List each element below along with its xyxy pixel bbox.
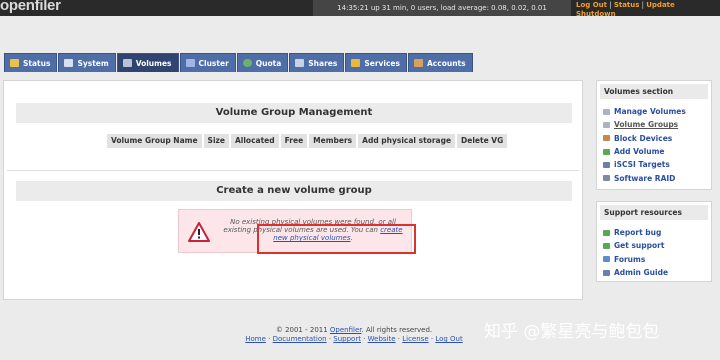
sidebar-item-label: Add Volume <box>614 147 665 157</box>
status-icon <box>10 59 19 67</box>
sidebar-item-report-bug[interactable]: Report bug <box>603 226 705 239</box>
volume-group-management-heading: Volume Group Management <box>16 103 572 123</box>
main-nav-tabs: Status System Volumes Cluster Quota Shar… <box>4 53 474 72</box>
quota-icon <box>242 59 252 67</box>
tab-volumes[interactable]: Volumes <box>116 53 179 72</box>
update-link[interactable]: Update <box>646 1 675 9</box>
accounts-icon <box>414 59 423 67</box>
column-size: Size <box>202 133 230 149</box>
footer-link-home[interactable]: Home <box>245 335 266 343</box>
copyright-prefix: © 2001 - 2011 <box>275 326 330 334</box>
forums-icon <box>603 256 610 263</box>
sidebar-item-label: Forums <box>614 254 646 264</box>
sidebar-item-iscsi-targets[interactable]: iSCSI Targets <box>603 158 705 171</box>
sidebar-item-block-devices[interactable]: Block Devices <box>603 132 705 145</box>
sidebar-item-forums[interactable]: Forums <box>603 253 705 266</box>
support-resources-title: Support resources <box>600 205 708 220</box>
tab-shares[interactable]: Shares <box>289 53 345 72</box>
watermark: 知乎 @繁星亮与鲍包包 <box>484 322 660 342</box>
status-link[interactable]: Status <box>614 1 640 9</box>
tab-label: Services <box>364 58 400 68</box>
openfiler-logo[interactable]: openfiler <box>0 0 61 14</box>
column-members: Members <box>308 133 358 149</box>
main-panel: Volume Group Management Volume Group Nam… <box>3 80 583 300</box>
report-bug-icon <box>603 229 610 236</box>
logout-link[interactable]: Log Out <box>576 1 607 9</box>
block-devices-icon <box>603 135 610 142</box>
add-volume-icon <box>603 148 610 155</box>
column-add-physical-storage: Add physical storage <box>357 133 457 149</box>
tab-label: Quota <box>255 58 282 68</box>
footer-link-documentation[interactable]: Documentation <box>273 335 327 343</box>
column-allocated: Allocated <box>229 133 280 149</box>
volume-groups-icon <box>603 121 610 128</box>
tab-quota[interactable]: Quota <box>236 53 289 72</box>
support-resources-panel: Support resources Report bug Get support… <box>596 201 712 282</box>
volumes-section-list: Manage Volumes Volume Groups Block Devic… <box>597 102 711 185</box>
sidebar-item-software-raid[interactable]: Software RAID <box>603 171 705 184</box>
shutdown-link[interactable]: Shutdown <box>576 10 616 18</box>
tab-label: Accounts <box>427 58 466 68</box>
tab-label: Cluster <box>198 58 229 68</box>
header-separator: | <box>607 1 614 9</box>
column-volume-group-name: Volume Group Name <box>106 133 203 149</box>
volumes-section-title: Volumes section <box>600 84 708 99</box>
tab-label: Shares <box>308 58 338 68</box>
system-icon <box>64 59 74 67</box>
tab-services[interactable]: Services <box>345 53 407 72</box>
footer-link-support[interactable]: Support <box>333 335 361 343</box>
sidebar-item-label: Volume Groups <box>614 120 679 130</box>
volume-group-table-header: Volume Group Name Size Allocated Free Me… <box>106 133 509 149</box>
sidebar-item-label: Software RAID <box>614 173 676 183</box>
system-status-text: 14:35:21 up 31 min, 0 users, load averag… <box>313 0 571 16</box>
services-icon <box>351 59 361 67</box>
shares-icon <box>295 59 305 67</box>
software-raid-icon <box>603 175 610 182</box>
openfiler-link[interactable]: Openfiler <box>330 326 362 334</box>
tab-accounts[interactable]: Accounts <box>408 53 473 72</box>
sidebar-item-label: Block Devices <box>614 133 673 143</box>
footer-link-website[interactable]: Website <box>368 335 396 343</box>
tab-label: Status <box>23 58 51 68</box>
tab-cluster[interactable]: Cluster <box>179 53 236 72</box>
warning-icon <box>188 222 210 242</box>
support-resources-list: Report bug Get support Forums Admin Guid… <box>597 223 711 279</box>
iscsi-targets-icon <box>603 161 610 168</box>
annotation-highlight-box <box>257 224 416 254</box>
get-support-icon <box>603 242 610 249</box>
copyright-line: © 2001 - 2011 Openfiler. All rights rese… <box>236 326 472 335</box>
column-free: Free <box>279 133 309 149</box>
volumes-icon <box>122 59 132 67</box>
sidebar-item-label: Get support <box>614 241 665 251</box>
admin-guide-icon <box>603 269 610 276</box>
tab-system[interactable]: System <box>58 53 116 72</box>
footer-links: Home · Documentation · Support · Website… <box>245 335 463 343</box>
manage-volumes-icon <box>603 108 610 115</box>
tab-status[interactable]: Status <box>4 53 58 72</box>
copyright-suffix: . All rights reserved. <box>361 326 433 334</box>
sidebar-item-label: Report bug <box>614 228 662 238</box>
footer-link-license[interactable]: License <box>402 335 428 343</box>
sidebar-item-admin-guide[interactable]: Admin Guide <box>603 266 705 279</box>
sidebar-item-label: iSCSI Targets <box>614 160 670 170</box>
create-volume-group-heading: Create a new volume group <box>16 181 572 201</box>
footer: © 2001 - 2011 Openfiler. All rights rese… <box>236 326 472 344</box>
sidebar-item-manage-volumes[interactable]: Manage Volumes <box>603 105 705 118</box>
sidebar-item-label: Admin Guide <box>614 268 669 278</box>
sidebar-item-label: Manage Volumes <box>614 107 686 117</box>
cluster-icon <box>185 59 195 67</box>
sidebar-item-get-support[interactable]: Get support <box>603 239 705 252</box>
volumes-section-panel: Volumes section Manage Volumes Volume Gr… <box>596 80 712 190</box>
header-links: Log Out | Status | Update Shutdown <box>576 1 675 19</box>
footer-link-logout[interactable]: Log Out <box>435 335 462 343</box>
section-divider <box>7 170 579 171</box>
column-delete-vg: Delete VG <box>456 133 509 149</box>
sidebar-item-add-volume[interactable]: Add Volume <box>603 145 705 158</box>
tab-label: Volumes <box>135 58 172 68</box>
sidebar-item-volume-groups[interactable]: Volume Groups <box>603 118 705 131</box>
tab-label: System <box>77 58 109 68</box>
